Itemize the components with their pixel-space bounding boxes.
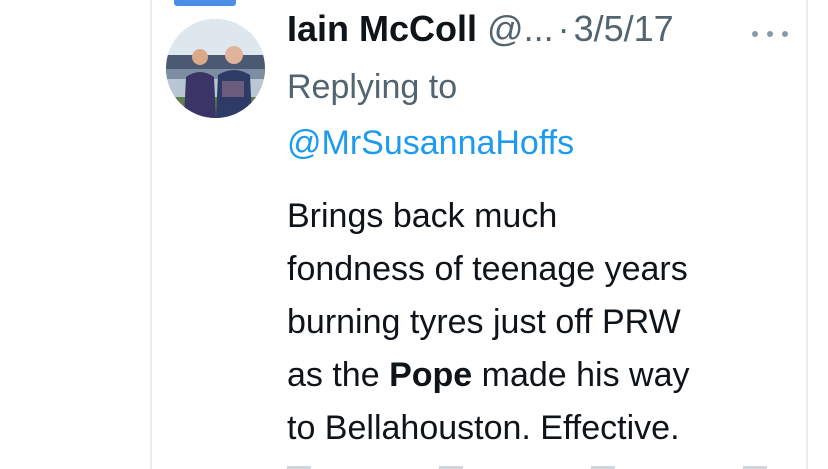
tweet-date[interactable]: 3/5/17 [574, 8, 674, 50]
more-dot [782, 31, 788, 37]
tab-indicator [174, 0, 236, 6]
author-name[interactable]: Iain McColl [287, 8, 477, 50]
more-dot [767, 31, 773, 37]
separator: · [557, 8, 570, 49]
author-handle[interactable]: @... [487, 8, 554, 50]
tweet-text-line: fondness of teenage years [287, 243, 787, 296]
page: Iain McColl @... · 3/5/17 Replying to @M… [0, 0, 828, 469]
more-dot [752, 31, 758, 37]
action-bar-partial [287, 462, 767, 469]
text-segment: Brings back much [287, 197, 558, 235]
replying-to-mention[interactable]: @MrSusannaHoffs [287, 124, 574, 163]
avatar[interactable] [166, 19, 265, 118]
tweet-text: Brings back much fondness of teenage yea… [287, 190, 787, 455]
replying-to-label: Replying to [287, 68, 458, 106]
text-segment: as the [287, 356, 390, 394]
tweet-text-line: burning tyres just off PRW [287, 296, 787, 349]
avatar-photo [166, 19, 265, 118]
tweet-header: Iain McColl @... · 3/5/17 [287, 8, 674, 56]
text-segment: burning tyres just off PRW [287, 303, 681, 341]
text-segment: made his way [472, 356, 690, 394]
text-segment: fondness of teenage years [287, 250, 688, 288]
tweet-text-line: as the Pope made his way [287, 349, 787, 402]
text-segment: to Bellahouston. Effective. [287, 409, 680, 447]
tweet-text-line: Brings back much [287, 190, 787, 243]
more-horizontal-icon[interactable] [752, 28, 788, 40]
bold-text-segment: Pope [389, 356, 473, 394]
tweet-text-line: to Bellahouston. Effective. [287, 402, 787, 455]
